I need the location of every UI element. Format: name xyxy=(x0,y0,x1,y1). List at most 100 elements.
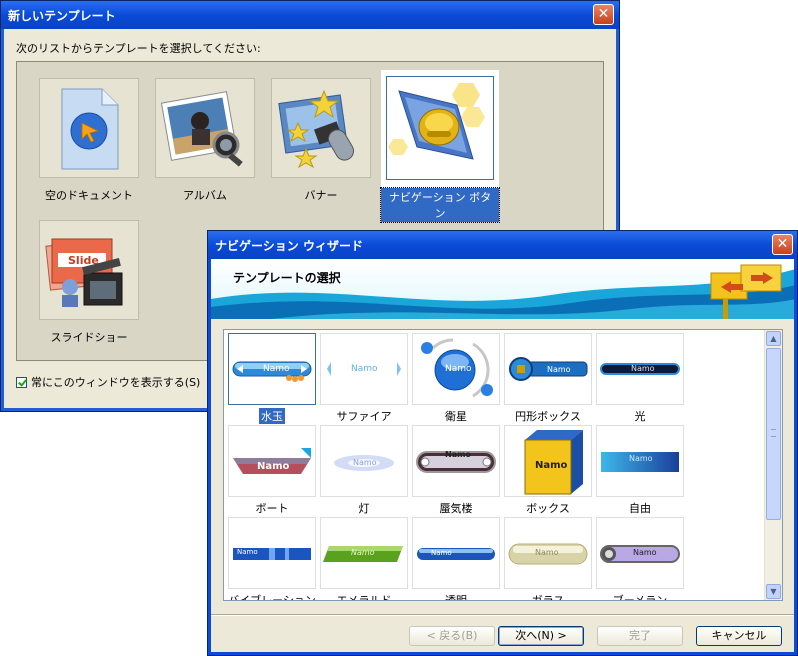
style-thumb: Namo xyxy=(320,425,408,497)
sample-text: Namo xyxy=(535,460,568,471)
button-separator xyxy=(211,614,794,616)
sample-text: Namo xyxy=(263,364,290,374)
style-item[interactable]: Namo 水玉 xyxy=(226,332,318,424)
template-navigation-button[interactable]: ナビゲーション ボタン xyxy=(380,70,500,223)
sample-text: Namo xyxy=(351,364,378,374)
style-item[interactable]: Namo 自由 xyxy=(594,424,686,515)
sample-text: Namo xyxy=(237,548,258,556)
style-label: ガラス xyxy=(531,594,565,601)
style-label: 自由 xyxy=(629,502,651,515)
slideshow-thumb: Slide xyxy=(39,220,139,320)
style-label: サファイア xyxy=(336,410,392,423)
slideshow-icon xyxy=(45,238,123,307)
style-thumb: Namo xyxy=(504,425,592,497)
style-thumb: Namo xyxy=(228,333,316,405)
album-thumb xyxy=(155,78,255,178)
style-thumb: Namo xyxy=(320,517,408,589)
next-button[interactable]: 次へ(N) > xyxy=(498,626,584,646)
style-thumb: Namo xyxy=(228,517,316,589)
window2-body: テンプレートの選択 Namo 水玉 Namo サファイア Namo 衛星 Nam… xyxy=(211,259,794,652)
style-label: ブーメラン xyxy=(612,594,668,601)
style-thumb: Namo xyxy=(504,517,592,589)
style-label: 円形ボックス xyxy=(515,410,581,423)
sample-text: Namo xyxy=(353,458,377,467)
sample-text: Namo xyxy=(629,454,653,463)
template-navigation-button-label: ナビゲーション ボタン xyxy=(380,187,500,223)
sample-text: Namo xyxy=(547,365,571,374)
wizard-banner-title: テンプレートの選択 xyxy=(233,271,341,285)
style-thumb: Namo xyxy=(320,333,408,405)
style-thumb: Namo xyxy=(596,425,684,497)
style-list-scrollbar[interactable]: ▲ ▼ xyxy=(764,330,782,600)
finish-button[interactable]: 完了 xyxy=(597,626,683,646)
button-style-list: Namo 水玉 Namo サファイア Namo 衛星 Namo 円形ボックス N… xyxy=(223,329,783,601)
style-item[interactable]: Namo エメラルド xyxy=(318,516,410,601)
style-label: 水玉 xyxy=(259,408,285,424)
template-slideshow-label: スライドショー xyxy=(50,331,128,344)
template-blank-document-label: 空のドキュメント xyxy=(45,189,133,202)
style-label: 透明 xyxy=(445,594,467,601)
back-button[interactable]: < 戻る(B) xyxy=(409,626,495,646)
scroll-down-arrow-icon[interactable]: ▼ xyxy=(766,584,781,599)
banner-wave-graphic xyxy=(211,264,794,319)
sample-text: Namo xyxy=(631,364,655,373)
style-item[interactable]: Namo 灯 xyxy=(318,424,410,515)
style-label: エメラルド xyxy=(336,594,392,601)
template-blank-document[interactable]: 空のドキュメント xyxy=(35,74,143,216)
scroll-up-arrow-icon[interactable]: ▲ xyxy=(766,331,781,346)
style-label: 蜃気楼 xyxy=(439,502,473,515)
show-window-checkbox[interactable] xyxy=(16,376,27,388)
cancel-button[interactable]: キャンセル xyxy=(696,626,782,646)
template-album[interactable]: アルバム xyxy=(151,74,259,216)
style-thumb: Namo xyxy=(504,333,592,405)
navigation-wizard-window: ナビゲーション ウィザード ✕ テンプレートの選択 Namo 水玉 Namo サ… xyxy=(207,230,798,656)
style-item[interactable]: Namo ボート xyxy=(226,424,318,515)
style-thumb: Namo xyxy=(412,517,500,589)
style-label: 灯 xyxy=(358,502,370,515)
navigation-button-icon xyxy=(388,83,485,160)
style-item[interactable]: Namo サファイア xyxy=(318,332,410,423)
banner-icon xyxy=(278,89,354,169)
navigation-button-thumb xyxy=(386,76,494,180)
window2-titlebar[interactable]: ナビゲーション ウィザード xyxy=(208,231,797,259)
sample-text: Namo xyxy=(351,548,375,557)
wizard-banner: テンプレートの選択 xyxy=(211,259,794,319)
style-item[interactable]: Namo 円形ボックス xyxy=(502,332,594,423)
style-item[interactable]: Namo 衛星 xyxy=(410,332,502,423)
sample-text: Namo xyxy=(257,461,290,472)
style-thumb: Namo xyxy=(596,333,684,405)
window1-instruction: 次のリストからテンプレートを選択してください: xyxy=(16,42,261,55)
style-label: 衛星 xyxy=(445,410,467,423)
style-item[interactable]: Namo 蜃気楼 xyxy=(410,424,502,515)
window2-close-button[interactable]: ✕ xyxy=(772,234,793,255)
window1-close-button[interactable]: ✕ xyxy=(593,4,614,25)
style-item[interactable]: Namo バイブレーション xyxy=(226,516,318,601)
style-label: 光 xyxy=(634,410,646,423)
sample-text: Namo xyxy=(445,364,472,374)
style-item[interactable]: Namo ブーメラン xyxy=(594,516,686,601)
style-thumb: Namo xyxy=(412,425,500,497)
style-item[interactable]: Namo 透明 xyxy=(410,516,502,601)
style-thumb: Namo xyxy=(596,517,684,589)
album-photo-icon xyxy=(160,91,243,167)
style-label: ボックス xyxy=(526,502,570,515)
style-item[interactable]: Namo 光 xyxy=(594,332,686,423)
template-banner[interactable]: バナー xyxy=(267,74,375,216)
template-slideshow[interactable]: Slide スライドショー xyxy=(35,216,143,358)
style-label: ボート xyxy=(255,502,289,515)
sample-text: Namo xyxy=(445,450,471,459)
banner-thumb xyxy=(271,78,371,178)
style-item[interactable]: Namo ボックス xyxy=(502,424,594,515)
show-window-checkbox-row[interactable]: 常にこのウィンドウを表示する(S) xyxy=(16,374,200,390)
show-window-checkbox-label: 常にこのウィンドウを表示する(S) xyxy=(31,376,201,389)
slide-text: Slide xyxy=(68,254,99,267)
window1-title: 新しいテンプレート xyxy=(8,8,116,23)
style-label: バイブレーション xyxy=(228,594,316,601)
scroll-thumb[interactable] xyxy=(766,348,781,520)
mirage-button-preview xyxy=(416,451,496,473)
sample-text: Namo xyxy=(431,549,452,557)
style-item[interactable]: Namo ガラス xyxy=(502,516,594,601)
window1-titlebar[interactable]: 新しいテンプレート xyxy=(1,1,619,29)
window2-title: ナビゲーション ウィザード xyxy=(215,238,363,253)
sample-text: Namo xyxy=(535,548,559,557)
